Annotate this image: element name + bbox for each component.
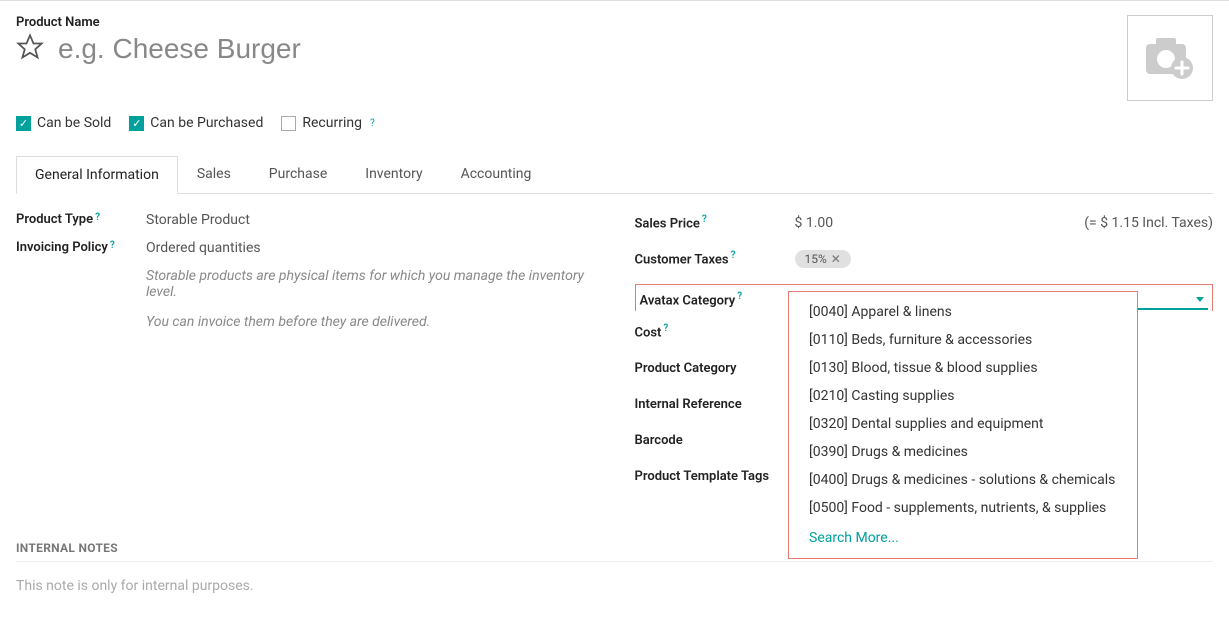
internal-notes-input[interactable]: This note is only for internal purposes. [16,578,1213,594]
tab-general[interactable]: General Information [16,156,178,194]
remove-tax-icon[interactable]: ✕ [831,252,841,266]
product-category-label: Product Category [635,361,795,376]
dropdown-option[interactable]: [0500] Food - supplements, nutrients, & … [789,494,1137,522]
tab-purchase[interactable]: Purchase [250,155,346,193]
product-image-placeholder[interactable] [1127,15,1213,101]
internal-reference-label: Internal Reference [635,397,795,412]
barcode-label: Barcode [635,433,795,448]
product-type-label: Product Type? [16,212,146,228]
check-icon [281,116,296,131]
product-tags-label: Product Template Tags [635,469,795,484]
product-name-input[interactable] [56,32,756,66]
dropdown-option[interactable]: [0400] Drugs & medicines - solutions & c… [789,466,1137,494]
incl-taxes-text: (= $ 1.15 Incl. Taxes) [1084,215,1213,231]
help-icon[interactable]: ? [370,118,375,129]
help-icon[interactable]: ? [95,212,100,223]
tab-bar: General Information Sales Purchase Inven… [16,155,1213,194]
sales-price-label: Sales Price? [635,214,795,231]
sales-price-value[interactable]: $ 1.00 [795,215,834,231]
customer-taxes-label: Customer Taxes? [635,250,795,267]
dropdown-option[interactable]: [0130] Blood, tissue & blood supplies [789,354,1137,382]
product-name-label: Product Name [16,15,1127,30]
invoicing-description: You can invoice them before they are del… [146,314,595,330]
check-icon: ✓ [129,116,144,131]
chevron-down-icon [1196,297,1204,302]
avatax-dropdown: [0040] Apparel & linens [0110] Beds, fur… [788,291,1138,559]
check-icon: ✓ [16,116,31,131]
help-icon[interactable]: ? [702,214,707,225]
invoicing-policy-label: Invoicing Policy? [16,240,146,256]
dropdown-option[interactable]: [0320] Dental supplies and equipment [789,410,1137,438]
can-be-sold-checkbox[interactable]: ✓ Can be Sold [16,115,111,131]
dropdown-option[interactable]: [0040] Apparel & linens [789,298,1137,326]
dropdown-option[interactable]: [0210] Casting supplies [789,382,1137,410]
tab-inventory[interactable]: Inventory [346,155,441,193]
help-icon[interactable]: ? [110,240,115,251]
dropdown-option[interactable]: [0390] Drugs & medicines [789,438,1137,466]
can-be-purchased-checkbox[interactable]: ✓ Can be Purchased [129,115,263,131]
help-icon[interactable]: ? [731,250,736,261]
tax-tag[interactable]: 15% ✕ [795,250,851,268]
dropdown-option[interactable]: [0110] Beds, furniture & accessories [789,326,1137,354]
help-icon[interactable]: ? [663,323,668,334]
invoicing-policy-value[interactable]: Ordered quantities [146,240,595,256]
recurring-checkbox[interactable]: Recurring ? [281,115,374,131]
tab-sales[interactable]: Sales [178,155,250,193]
help-icon[interactable]: ? [737,291,742,302]
tab-accounting[interactable]: Accounting [442,155,551,193]
avatax-category-label: Avatax Category? [640,291,800,308]
search-more-link[interactable]: Search More... [789,524,1137,552]
cost-label: Cost? [635,323,795,340]
favorite-star-icon[interactable] [16,33,44,65]
product-type-value[interactable]: Storable Product [146,212,595,228]
product-type-description: Storable products are physical items for… [146,268,595,300]
